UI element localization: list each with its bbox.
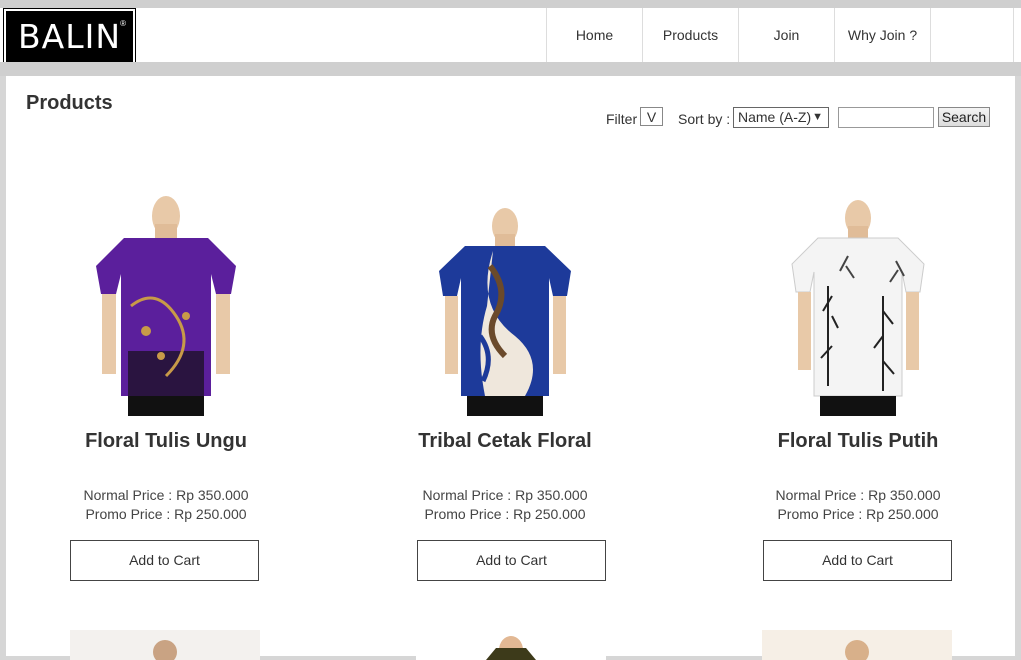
promo-price: Promo Price : Rp 250.000	[85, 506, 247, 522]
product-image-partial[interactable]	[762, 630, 952, 660]
product-image[interactable]	[375, 196, 635, 416]
normal-price: Normal Price : Rp 350.000	[775, 487, 941, 503]
filter-button[interactable]: V	[640, 107, 663, 126]
balin-logo[interactable]: BALIN ®	[3, 8, 136, 65]
products-panel: Products Filter V Sort by : Name (A-Z) ▼…	[6, 76, 1015, 660]
search-input[interactable]	[838, 107, 934, 128]
product-image-partial[interactable]	[416, 630, 606, 660]
sort-value: Name (A-Z)	[738, 109, 812, 125]
site-header: BALIN ® Home Products Join Why Join ?	[0, 8, 1021, 65]
promo-price: Promo Price : Rp 250.000	[777, 506, 939, 522]
nav-why-join[interactable]: Why Join ?	[835, 8, 931, 62]
filter-label: Filter	[606, 111, 638, 127]
search-button[interactable]: Search	[938, 107, 990, 127]
page-title: Products	[26, 92, 113, 114]
product-card: Floral Tulis Putih Normal Price : Rp 350…	[728, 196, 988, 596]
add-to-cart-button[interactable]: Add to Cart	[417, 540, 606, 581]
product-image[interactable]	[36, 196, 296, 416]
add-to-cart-button[interactable]: Add to Cart	[70, 540, 259, 581]
product-name[interactable]: Floral Tulis Putih	[728, 430, 988, 453]
main-nav: Home Products Join Why Join ?	[546, 8, 1014, 62]
product-name[interactable]: Tribal Cetak Floral	[375, 430, 635, 453]
top-border	[0, 0, 1021, 8]
product-image[interactable]	[728, 196, 988, 416]
logo-text: BALIN	[17, 17, 122, 56]
header-divider	[0, 62, 1021, 76]
promo-price: Promo Price : Rp 250.000	[424, 506, 586, 522]
add-to-cart-button[interactable]: Add to Cart	[763, 540, 952, 581]
product-image-partial[interactable]	[70, 630, 260, 660]
sort-label: Sort by :	[678, 111, 731, 127]
normal-price: Normal Price : Rp 350.000	[422, 487, 588, 503]
nav-products[interactable]: Products	[643, 8, 739, 62]
normal-price: Normal Price : Rp 350.000	[83, 487, 249, 503]
nav-join[interactable]: Join	[739, 8, 835, 62]
product-card: Floral Tulis Ungu Normal Price : Rp 350.…	[36, 196, 296, 596]
nav-home[interactable]: Home	[547, 8, 643, 62]
sort-select[interactable]: Name (A-Z) ▼	[733, 107, 829, 128]
registered-mark: ®	[120, 19, 126, 28]
chevron-down-icon: ▼	[812, 111, 823, 123]
product-card: Tribal Cetak Floral Normal Price : Rp 35…	[375, 196, 635, 596]
nav-spacer	[931, 8, 1014, 62]
product-name[interactable]: Floral Tulis Ungu	[36, 430, 296, 453]
